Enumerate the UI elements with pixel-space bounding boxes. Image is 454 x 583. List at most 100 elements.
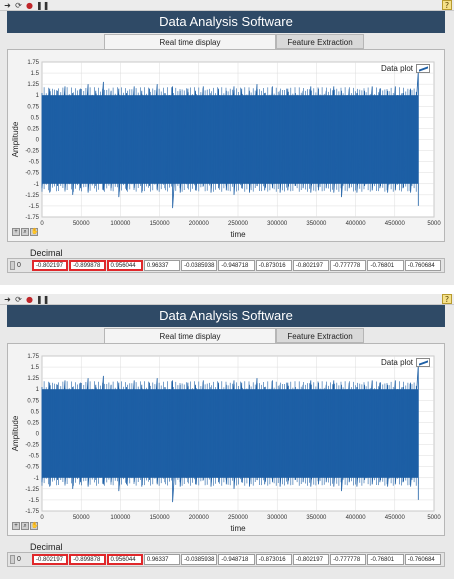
abort-icon[interactable]: ● <box>25 295 34 304</box>
x-tick-label: 150000 <box>150 515 171 521</box>
decimal-label: Decimal <box>30 542 63 552</box>
y-tick-label: 0 <box>36 138 40 144</box>
decimal-cell[interactable]: -0.899878 <box>69 554 106 565</box>
x-tick-label: 0 <box>40 221 44 227</box>
tab-feature-extraction[interactable]: Feature Extraction <box>276 34 364 49</box>
y-tick-label: 1.25 <box>27 82 39 88</box>
run-continuous-icon[interactable]: ⟳ <box>14 295 23 304</box>
legend-swatch-icon <box>416 64 430 74</box>
decimal-cell[interactable]: 0.96337 <box>143 260 181 271</box>
page-title: Data Analysis Software <box>7 305 445 327</box>
x-tick-label: 0 <box>40 515 44 521</box>
chart-legend[interactable]: Data plot <box>381 358 430 368</box>
decimal-cell[interactable]: -0.777778 <box>330 260 367 271</box>
tab-feature-extraction[interactable]: Feature Extraction <box>276 328 364 343</box>
y-tick-label: 1 <box>36 387 40 393</box>
tab-real-time-display[interactable]: Real time display <box>104 34 276 49</box>
x-tick-label: 200000 <box>189 515 210 521</box>
x-tick-label: 450000 <box>385 515 406 521</box>
y-tick-label: -1.75 <box>25 215 39 221</box>
x-axis-label: time <box>230 230 246 239</box>
y-axis-label: Amplitude <box>11 121 20 157</box>
chart-legend[interactable]: Data plot <box>381 64 430 74</box>
y-tick-label: 1 <box>36 93 40 99</box>
y-tick-label: -1.25 <box>25 487 39 493</box>
signal-spikes <box>41 381 419 486</box>
y-tick-label: -0.75 <box>25 171 39 177</box>
pan-tool-icon[interactable]: ✋ <box>30 228 38 236</box>
y-tick-label: -1.5 <box>29 204 40 210</box>
x-tick-label: 300000 <box>267 221 288 227</box>
decimal-cell[interactable]: -0.760684 <box>404 260 441 271</box>
index-spinner-icon[interactable] <box>10 554 15 564</box>
index-spinner-icon[interactable] <box>10 260 15 270</box>
decimal-cell[interactable]: -0.760684 <box>404 554 441 565</box>
zoom-tool-icon[interactable]: ⌕ <box>21 228 29 236</box>
pause-icon[interactable]: ❚❚ <box>36 295 49 304</box>
abort-icon[interactable]: ● <box>25 1 34 10</box>
x-tick-label: 100000 <box>110 515 131 521</box>
decimal-cell[interactable]: -0.802197 <box>32 260 69 271</box>
decimal-cell[interactable]: 0.956044 <box>106 260 143 271</box>
help-icon[interactable]: ? <box>442 294 452 304</box>
y-tick-label: -0.75 <box>25 465 39 471</box>
decimal-array: 0 -0.802197 -0.899878 0.956044 0.96337 -0.03… <box>7 552 445 567</box>
cursor-tool-icon[interactable]: + <box>12 522 20 530</box>
tab-bar: Real time display Feature Extraction <box>7 34 445 49</box>
decimal-cell[interactable]: -0.899878 <box>69 260 106 271</box>
x-tick-label: 50000 <box>73 221 90 227</box>
index-value: 0 <box>17 556 21 563</box>
zoom-tool-icon[interactable]: ⌕ <box>21 522 29 530</box>
toolbar: ➜ ⟳ ● ❚❚ ? <box>0 294 454 305</box>
decimal-cell[interactable]: 0.956044 <box>106 554 143 565</box>
decimal-cell[interactable]: -0.76801 <box>367 554 404 565</box>
decimal-cell[interactable]: 0.96337 <box>143 554 181 565</box>
run-arrow-icon[interactable]: ➜ <box>3 1 12 10</box>
y-tick-label: 0.75 <box>27 104 39 110</box>
y-tick-label: -1 <box>34 182 40 188</box>
pan-tool-icon[interactable]: ✋ <box>30 522 38 530</box>
x-tick-label: 50000 <box>73 515 90 521</box>
y-tick-label: 1.75 <box>27 354 39 360</box>
help-icon[interactable]: ? <box>442 0 452 10</box>
decimal-cell[interactable]: -0.802197 <box>32 554 69 565</box>
decimal-cell[interactable]: -0.948718 <box>218 260 255 271</box>
x-tick-label: 100000 <box>110 221 131 227</box>
decimal-cell[interactable]: -0.948718 <box>218 554 255 565</box>
app-window-bottom: ➜ ⟳ ● ❚❚ ? Data Analysis Software Real t… <box>0 294 454 579</box>
pause-icon[interactable]: ❚❚ <box>36 1 49 10</box>
plot-tools: + ⌕ ✋ <box>12 228 42 238</box>
waveform-chart: 1.75 1.5 1.25 1 0.75 0.5 0.25 0 -0.25 -0.5 -0.75 -1… <box>7 49 445 242</box>
page-title: Data Analysis Software <box>7 11 445 33</box>
x-tick-label: 400000 <box>346 515 367 521</box>
x-tick-label: 350000 <box>306 221 327 227</box>
run-arrow-icon[interactable]: ➜ <box>3 295 12 304</box>
legend-swatch-icon <box>416 358 430 368</box>
index-value: 0 <box>17 262 21 269</box>
decimal-cell[interactable]: -0.777778 <box>330 554 367 565</box>
cursor-tool-icon[interactable]: + <box>12 228 20 236</box>
y-tick-label: 1.25 <box>27 376 39 382</box>
decimal-cell[interactable]: -0.873016 <box>255 260 292 271</box>
decimal-cell[interactable]: -0.802197 <box>292 260 330 271</box>
y-tick-label: -0.5 <box>29 454 40 460</box>
run-continuous-icon[interactable]: ⟳ <box>14 1 23 10</box>
y-tick-label: -1 <box>34 476 40 482</box>
decimal-label: Decimal <box>30 248 63 258</box>
x-tick-label: 250000 <box>228 221 249 227</box>
decimal-cell[interactable]: -0.802197 <box>292 554 330 565</box>
y-tick-label: -0.25 <box>25 443 39 449</box>
x-tick-label: 250000 <box>228 515 249 521</box>
decimal-cell[interactable]: -0.0385938 <box>181 260 218 271</box>
tab-real-time-display[interactable]: Real time display <box>104 328 276 343</box>
y-tick-label: 0.25 <box>27 126 39 132</box>
y-tick-label: -1.75 <box>25 509 39 515</box>
plot-tools: + ⌕ ✋ <box>12 522 42 532</box>
array-index[interactable]: 0 <box>10 260 32 271</box>
decimal-cell[interactable]: -0.76801 <box>367 260 404 271</box>
decimal-cell[interactable]: -0.0385938 <box>181 554 218 565</box>
y-tick-label: -1.5 <box>29 498 40 504</box>
x-tick-label: 5000 <box>427 515 441 521</box>
array-index[interactable]: 0 <box>10 554 32 565</box>
decimal-cell[interactable]: -0.873016 <box>255 554 292 565</box>
